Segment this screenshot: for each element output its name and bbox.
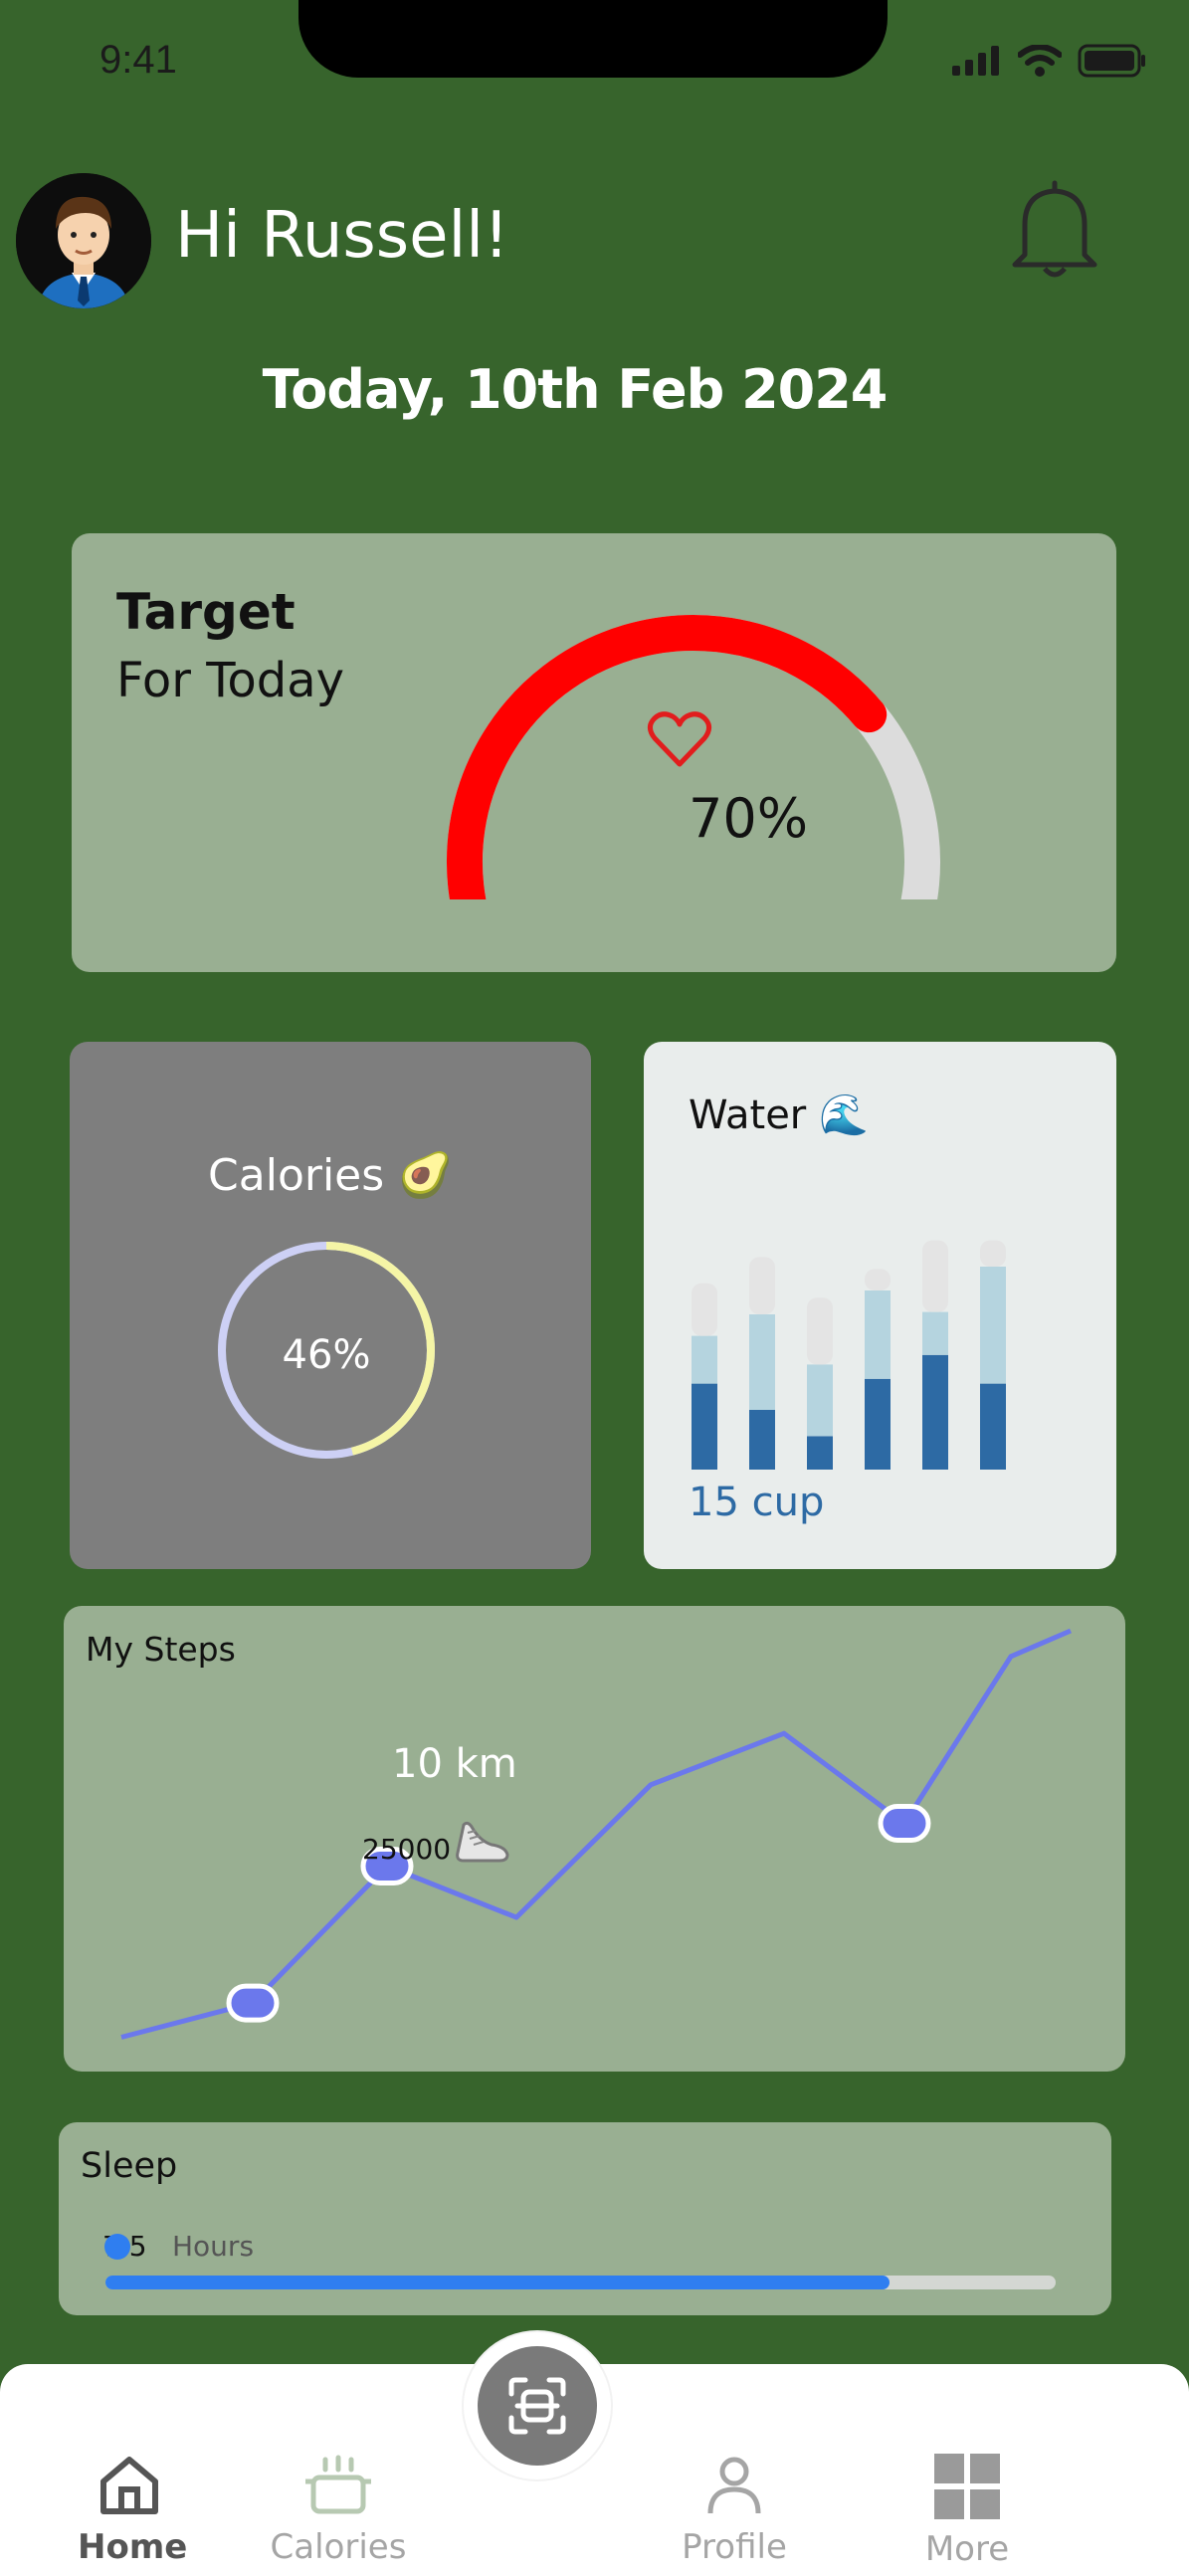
water-bar-segment	[807, 1364, 833, 1437]
steps-card[interactable]: My Steps 10 km 25000	[64, 1606, 1125, 2072]
avatar[interactable]	[16, 173, 151, 308]
steps-point-marker[interactable]	[226, 1983, 280, 2023]
sleep-title: Sleep	[81, 2146, 178, 2186]
nav-more-label: More	[924, 2529, 1010, 2569]
steps-line	[120, 1628, 1072, 2040]
water-bar-segment	[865, 1378, 891, 1470]
target-title: Target	[116, 583, 296, 641]
signal-icon	[952, 46, 999, 76]
steps-distance: 10 km	[392, 1741, 517, 1787]
nav-home[interactable]: Home	[78, 2454, 187, 2567]
steps-count: 25000	[362, 1833, 452, 1866]
steps-chart	[120, 1628, 1072, 2040]
water-bar-segment	[980, 1240, 1006, 1267]
water-bar-segment	[980, 1267, 1006, 1384]
nav-profile-label: Profile	[682, 2527, 787, 2567]
water-bar-segment	[749, 1314, 775, 1410]
water-title: Water 🌊	[689, 1092, 869, 1138]
target-card[interactable]: Target For Today 70%	[72, 533, 1116, 972]
avatar-icon	[16, 173, 151, 308]
scan-button-inner	[478, 2346, 597, 2466]
target-subtitle: For Today	[116, 653, 345, 708]
nav-more[interactable]: More	[915, 2454, 1019, 2569]
pot-icon	[305, 2455, 371, 2514]
water-bar-segment	[807, 1436, 833, 1470]
steps-point-marker[interactable]	[878, 1804, 931, 1843]
water-bar-segment	[749, 1257, 775, 1314]
water-bar-segment	[692, 1383, 717, 1470]
grid-icon	[934, 2454, 1000, 2519]
sleep-progress-fill	[105, 2276, 890, 2289]
water-amount: 15 cup	[689, 1480, 825, 1525]
water-chart	[692, 1240, 1006, 1470]
nav-calories[interactable]: Calories	[269, 2454, 408, 2567]
nav-profile[interactable]: Profile	[675, 2454, 794, 2567]
water-bar-segment	[922, 1311, 948, 1355]
bottom-nav: Home Calories Profile More	[0, 2332, 1189, 2576]
nav-calories-label: Calories	[270, 2527, 407, 2567]
wifi-icon	[1018, 45, 1062, 77]
water-bar-segment	[807, 1297, 833, 1365]
home-icon	[100, 2457, 158, 2514]
water-bar-segment	[692, 1335, 717, 1384]
water-bar-segment	[922, 1240, 948, 1312]
greeting-text: Hi Russell!	[175, 199, 509, 273]
target-gauge	[447, 615, 940, 899]
calories-title: Calories 🥑	[208, 1150, 453, 1201]
notification-bell-icon[interactable]	[1007, 177, 1102, 281]
calories-card[interactable]: Calories 🥑 46%	[70, 1042, 591, 1569]
heart-icon	[647, 711, 712, 767]
water-card[interactable]: Water 🌊 15 cup	[644, 1042, 1116, 1569]
profile-icon	[707, 2457, 761, 2514]
sleep-hours-unit: Hours	[172, 2230, 255, 2263]
water-bar-segment	[922, 1354, 948, 1470]
water-bar-segment	[980, 1383, 1006, 1470]
target-percent: 70%	[688, 787, 809, 850]
today-date: Today, 10th Feb 2024	[262, 358, 889, 421]
water-bar-segment	[865, 1269, 891, 1290]
calories-percent: 46%	[282, 1332, 371, 1378]
status-icons	[952, 44, 1147, 78]
nav-home-label: Home	[78, 2527, 188, 2567]
water-bar-segment	[692, 1283, 717, 1336]
steps-title: My Steps	[86, 1630, 236, 1669]
sleep-card[interactable]: Sleep 7.5 Hours	[59, 2122, 1111, 2315]
sleep-progress-track	[105, 2276, 1056, 2289]
device-notch	[298, 0, 888, 78]
battery-icon	[1078, 44, 1145, 78]
scan-button[interactable]	[464, 2332, 611, 2479]
sneaker-icon	[456, 1821, 509, 1863]
water-bar-segment	[749, 1410, 775, 1470]
water-bar-segment	[865, 1290, 891, 1379]
status-time: 9:41	[99, 38, 177, 82]
scan-icon	[508, 2377, 566, 2435]
sleep-indicator-dot	[104, 2234, 130, 2260]
